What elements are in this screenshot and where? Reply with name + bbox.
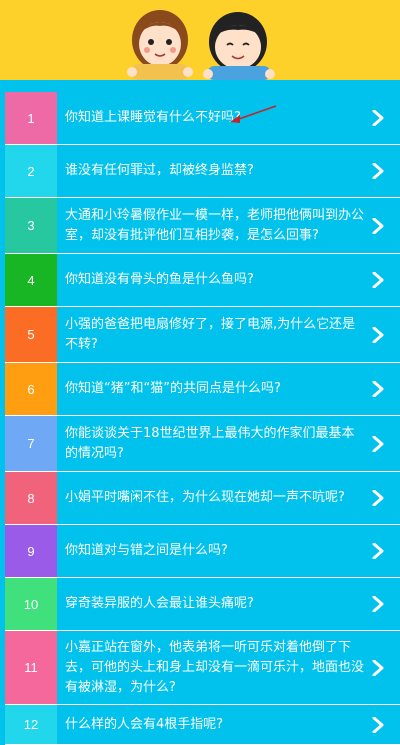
question-number: 4	[5, 254, 57, 306]
question-text: 你知道没有骨头的鱼是什么鱼吗?	[65, 272, 254, 287]
question-text: 小娟平时嘴闲不住，为什么现在她却一声不吭呢?	[65, 490, 345, 505]
question-text: 什么样的人会有4根手指呢?	[65, 716, 224, 732]
chevron-right-icon[interactable]	[372, 163, 384, 179]
question-row[interactable]: 3 大通和小玲暑假作业一模一样，老师把他俩叫到办公室，却没有批评他们互相抄袭，是怎…	[5, 198, 400, 254]
question-row[interactable]: 2 谁没有任何罪过，却被终身监禁?	[5, 145, 400, 198]
question-number: 5	[5, 307, 57, 362]
question-row[interactable]: 12 什么样的人会有4根手指呢?	[5, 705, 400, 745]
chevron-right-icon[interactable]	[372, 217, 384, 234]
question-number: 11	[5, 631, 57, 704]
question-row[interactable]: 10 穿奇装异服的人会最让谁头痛呢?	[5, 578, 400, 631]
question-text: 谁没有任何罪过，却被终身监禁?	[65, 163, 254, 178]
question-text: 穿奇装异服的人会最让谁头痛呢?	[65, 596, 254, 611]
question-number: 10	[5, 578, 57, 630]
chevron-right-icon[interactable]	[372, 490, 384, 506]
question-row[interactable]: 4 你知道没有骨头的鱼是什么鱼吗?	[5, 254, 400, 307]
question-row[interactable]: 1 你知道上课睡觉有什么不好吗?	[5, 92, 400, 145]
question-row[interactable]: 6 你知道“猪”和“猫”的共同点是什么吗?	[5, 363, 400, 416]
question-number: 8	[5, 472, 57, 524]
chevron-right-icon[interactable]	[372, 326, 384, 343]
chevron-right-icon[interactable]	[372, 659, 384, 676]
question-list: 1 你知道上课睡觉有什么不好吗? 2 谁没有任何罪过，却被终身监禁? 3 大通和小玲暑假作…	[0, 92, 400, 745]
chevron-right-icon[interactable]	[372, 272, 384, 288]
cartoon-boy-icon	[203, 12, 275, 80]
question-number: 6	[5, 363, 57, 415]
chevron-right-icon[interactable]	[372, 110, 384, 126]
cartoon-kids-illustration	[127, 10, 275, 80]
question-number: 1	[5, 92, 57, 144]
header-banner	[0, 0, 400, 80]
question-number: 2	[5, 145, 57, 197]
question-text: 大通和小玲暑假作业一模一样，老师把他俩叫到办公室，却没有批评他们互相抄袭，是怎么…	[65, 207, 365, 243]
question-row[interactable]: 5 小强的爸爸把电扇修好了，接了电源,为什么它还是不转?	[5, 307, 400, 363]
question-number: 9	[5, 525, 57, 577]
question-text: 小强的爸爸把电扇修好了，接了电源,为什么它还是不转?	[65, 316, 356, 352]
chevron-right-icon[interactable]	[372, 381, 384, 397]
question-number: 3	[5, 198, 57, 253]
question-row[interactable]: 7 你能谈谈关于18世纪世界上最伟大的作家们最基本的情况吗?	[5, 416, 400, 472]
chevron-right-icon[interactable]	[372, 435, 384, 452]
annotation-arrow-icon	[230, 105, 277, 123]
chevron-right-icon[interactable]	[372, 596, 384, 612]
question-text: 小嘉正站在窗外，他表弟将一听可乐对着他倒了下去，可他的头上和身上却没有一滴可乐汁…	[65, 639, 365, 695]
question-text: 你能谈谈关于18世纪世界上最伟大的作家们最基本的情况吗?	[65, 425, 355, 461]
chevron-right-icon[interactable]	[372, 543, 384, 559]
chevron-right-icon[interactable]	[372, 716, 384, 733]
question-text: 你知道对与错之间是什么吗?	[65, 543, 228, 558]
cartoon-girl-icon	[127, 10, 193, 80]
question-number: 7	[5, 416, 57, 471]
question-row[interactable]: 11 小嘉正站在窗外，他表弟将一听可乐对着他倒了下去，可他的头上和身上却没有一滴可…	[5, 631, 400, 705]
question-row[interactable]: 9 你知道对与错之间是什么吗?	[5, 525, 400, 578]
question-row[interactable]: 8 小娟平时嘴闲不住，为什么现在她却一声不吭呢?	[5, 472, 400, 525]
question-text: 你知道“猪”和“猫”的共同点是什么吗?	[65, 381, 281, 396]
